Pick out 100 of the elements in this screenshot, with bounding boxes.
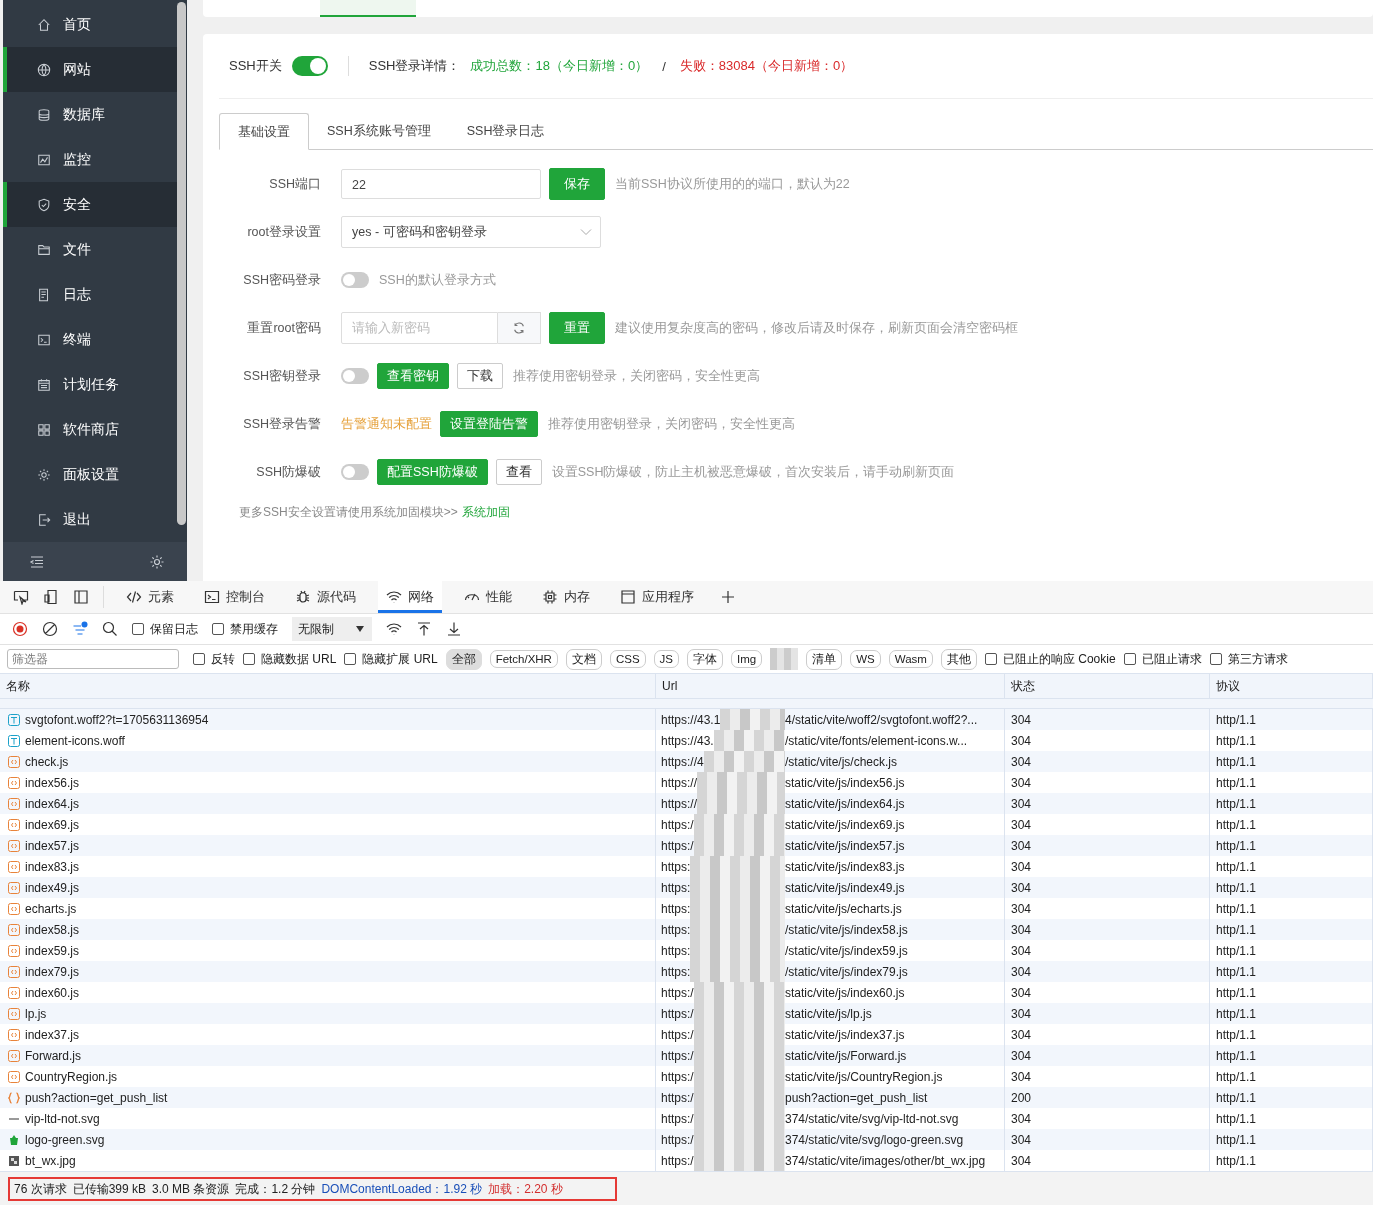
scrollbar[interactable]: [177, 2, 186, 525]
url-text: https:/: [661, 1069, 694, 1084]
request-name[interactable]: index57.js: [25, 838, 80, 853]
sidebar-item[interactable]: 网站: [3, 47, 177, 92]
devtools-tab[interactable]: 元素: [118, 581, 182, 613]
tab[interactable]: SSH登录日志: [448, 113, 563, 149]
request-name[interactable]: index69.js: [25, 817, 80, 832]
toggle-switch[interactable]: [341, 368, 369, 384]
sidebar-item[interactable]: 文件: [3, 227, 177, 272]
request-name[interactable]: index58.js: [25, 922, 80, 937]
filter-icon[interactable]: [72, 621, 88, 637]
action-button[interactable]: 查看: [495, 459, 542, 485]
type-filter-chip[interactable]: 其他: [940, 648, 977, 670]
tab[interactable]: 基础设置: [219, 113, 309, 150]
add-tab-icon[interactable]: [720, 589, 736, 605]
devtools-tab[interactable]: 应用程序: [612, 581, 702, 613]
request-name[interactable]: CountryRegion.js: [25, 1069, 118, 1084]
record-icon[interactable]: [12, 621, 28, 637]
search-icon[interactable]: [102, 621, 118, 637]
request-name[interactable]: index59.js: [25, 943, 80, 958]
hint-text: SSH的默认登录方式: [379, 271, 496, 289]
type-filter-chip[interactable]: 清单: [806, 648, 843, 670]
column-header[interactable]: Url: [656, 674, 1005, 698]
filter-checkbox[interactable]: 隐藏数据 URL: [243, 650, 337, 668]
request-name[interactable]: lp.js: [25, 1006, 47, 1021]
preserve-log-checkbox[interactable]: 保留日志: [132, 620, 198, 638]
type-filter-chip[interactable]: WS: [850, 650, 881, 668]
throttle-select[interactable]: 无限制: [292, 617, 372, 641]
device-icon[interactable]: [43, 589, 59, 605]
type-filter-chip[interactable]: Wasm: [888, 650, 933, 668]
sidebar-item[interactable]: 终端: [3, 317, 177, 362]
password-field[interactable]: 请输入新密码: [341, 312, 498, 344]
font-file-icon: [8, 734, 20, 747]
request-name[interactable]: check.js: [25, 754, 69, 769]
sidebar-item[interactable]: 计划任务: [3, 362, 177, 407]
request-name[interactable]: index64.js: [25, 796, 80, 811]
url-text: static/vite/js/CountryRegion.js: [785, 1069, 943, 1084]
summary-text: 已传输399 kB: [72, 1180, 147, 1198]
script-file-icon: [8, 1028, 20, 1041]
type-filter-chip[interactable]: 全部: [445, 648, 482, 670]
type-filter-chip[interactable]: CSS: [609, 650, 646, 668]
tab[interactable]: SSH系统账号管理: [309, 113, 449, 149]
sidebar-item[interactable]: 监控: [3, 137, 177, 182]
request-name[interactable]: index79.js: [25, 964, 80, 979]
request-name[interactable]: vip-ltd-not.svg: [25, 1111, 100, 1126]
action-button[interactable]: 下载: [457, 363, 503, 389]
collapse-menu-icon[interactable]: [29, 553, 45, 570]
type-filter-chip[interactable]: Fetch/XHR: [489, 650, 558, 668]
type-filter-chip[interactable]: JS: [653, 650, 679, 668]
request-name[interactable]: index56.js: [25, 775, 80, 790]
request-name[interactable]: bt_wx.jpg: [25, 1153, 76, 1168]
filter-checkbox[interactable]: 已阻止的响应 Cookie: [984, 650, 1116, 668]
devtools-tab[interactable]: 控制台: [196, 581, 273, 613]
filter-checkbox[interactable]: 第三方请求: [1209, 650, 1288, 668]
folder-icon: [37, 242, 51, 257]
devtools-tab[interactable]: 源代码: [287, 581, 364, 613]
status-cell: 304: [1005, 961, 1210, 982]
column-header[interactable]: 状态: [1005, 674, 1210, 698]
filter-checkbox[interactable]: 隐藏扩展 URL: [344, 650, 438, 668]
request-name[interactable]: push?action=get_push_list: [25, 1090, 168, 1105]
download-icon[interactable]: [446, 621, 462, 637]
sidebar-item[interactable]: 退出: [3, 497, 177, 542]
inspect-icon[interactable]: [13, 589, 29, 605]
request-name[interactable]: Forward.js: [25, 1048, 81, 1063]
request-name[interactable]: svgtofont.woff2?t=1705631136954: [25, 712, 209, 727]
request-name[interactable]: element-icons.woff: [25, 733, 125, 748]
sidebar-item[interactable]: 数据库: [3, 92, 177, 137]
sidebar-item[interactable]: 日志: [3, 272, 177, 317]
sidebar-item[interactable]: 首页: [3, 2, 177, 47]
upload-icon[interactable]: [416, 621, 432, 637]
column-header[interactable]: 协议: [1210, 674, 1373, 698]
devtools-tab[interactable]: 内存: [534, 581, 598, 613]
devtools-tab[interactable]: 性能: [456, 581, 520, 613]
type-filter-chip[interactable]: Img: [731, 650, 763, 668]
toggle-switch[interactable]: [341, 464, 369, 480]
settings-icon[interactable]: [149, 553, 165, 570]
sidebar-item[interactable]: 面板设置: [3, 452, 177, 497]
type-filter-chip[interactable]: 字体: [687, 648, 723, 670]
request-name[interactable]: index49.js: [25, 880, 80, 895]
toggle-switch[interactable]: [341, 272, 369, 288]
request-name[interactable]: logo-green.svg: [25, 1132, 105, 1147]
clear-icon[interactable]: [42, 621, 58, 637]
filter-field[interactable]: 筛选器: [7, 649, 179, 669]
disable-cache-checkbox[interactable]: 禁用缓存: [212, 620, 278, 638]
dock-icon[interactable]: [73, 589, 89, 605]
root-login-select[interactable]: yes - 可密码和密钥登录: [341, 216, 601, 248]
filter-checkbox[interactable]: 反转: [193, 650, 235, 668]
devtools-tab[interactable]: 网络: [378, 581, 442, 613]
request-name[interactable]: index37.js: [25, 1027, 80, 1042]
sidebar-item[interactable]: 软件商店: [3, 407, 177, 452]
type-filter-chip[interactable]: 文档: [565, 648, 602, 670]
request-name[interactable]: index60.js: [25, 985, 80, 1000]
request-name[interactable]: index83.js: [25, 859, 80, 874]
url-text: /static/vite/js/index59.js: [785, 943, 908, 958]
port-field[interactable]: 22: [341, 169, 541, 199]
filter-checkbox[interactable]: 已阻止请求: [1123, 650, 1202, 668]
request-name[interactable]: echarts.js: [25, 901, 77, 916]
ssh-switch[interactable]: [291, 56, 328, 76]
column-header[interactable]: 名称: [0, 674, 656, 698]
sidebar-item[interactable]: 安全: [3, 182, 177, 227]
